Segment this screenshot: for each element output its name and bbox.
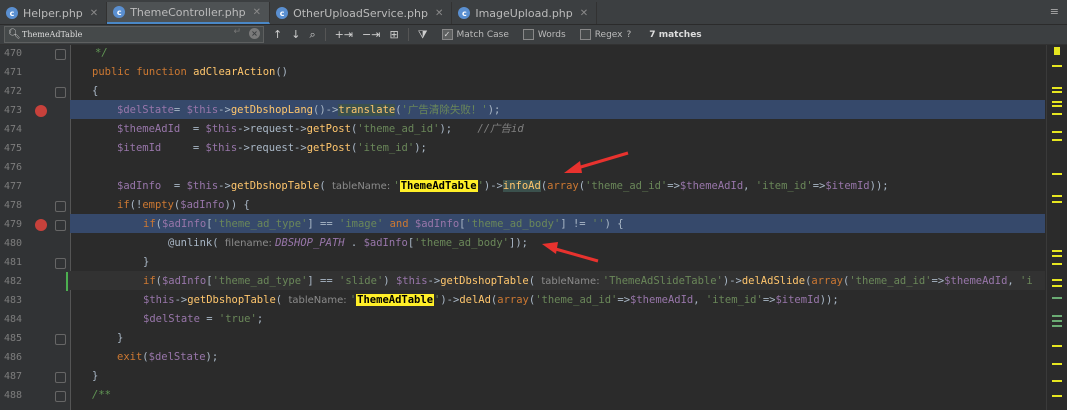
separator xyxy=(324,28,326,41)
match-marker[interactable] xyxy=(1052,345,1062,347)
change-marker[interactable] xyxy=(1052,315,1062,317)
match-case-checkbox[interactable]: ✓ Match Case xyxy=(441,29,509,40)
close-icon[interactable]: ✕ xyxy=(90,8,98,19)
change-marker[interactable] xyxy=(1052,325,1062,327)
code-editor[interactable]: 470 471 472 473 474 475 476 477 478 479 … xyxy=(0,45,1067,410)
match-count: 7 matches xyxy=(649,29,702,40)
match-marker[interactable] xyxy=(1052,91,1062,93)
tab-label: OtherUploadService.php xyxy=(293,6,428,20)
change-marker[interactable] xyxy=(1052,320,1062,322)
tab-otheruploadservice[interactable]: c OtherUploadService.php ✕ xyxy=(270,2,453,24)
match-marker[interactable] xyxy=(1052,195,1062,197)
add-occurrence-icon[interactable]: +⇥ xyxy=(335,28,353,41)
annotation-arrows xyxy=(542,151,629,263)
match-marker[interactable] xyxy=(1052,131,1062,133)
find-bar: 🔍︎ ThemeAdTable ↵ × ↑ ↓ ⌕ +⇥ −⇥ ⊞ ⧩ ✓ Ma… xyxy=(0,25,1067,45)
php-file-icon: c xyxy=(458,7,471,19)
annotation-arrow xyxy=(564,151,629,173)
remove-occurrence-icon[interactable]: −⇥ xyxy=(362,28,380,41)
match-marker[interactable] xyxy=(1052,87,1062,89)
match-marker[interactable] xyxy=(1052,201,1062,203)
match-marker[interactable] xyxy=(1052,139,1062,141)
match-marker[interactable] xyxy=(1052,113,1062,115)
inspection-status-icon[interactable] xyxy=(1054,47,1060,55)
annotation-arrow xyxy=(542,242,599,263)
close-icon[interactable]: ✕ xyxy=(435,8,443,19)
regex-help-icon[interactable]: ? xyxy=(627,30,632,40)
change-marker[interactable] xyxy=(1052,297,1062,299)
filter-icon[interactable]: ⧩ xyxy=(418,28,428,42)
match-case-label: Match Case xyxy=(456,29,509,40)
match-marker[interactable] xyxy=(1052,101,1062,103)
ide-window: c Helper.php ✕ c ThemeController.php ✕ c… xyxy=(0,0,1067,410)
match-marker[interactable] xyxy=(1052,279,1062,281)
php-file-icon: c xyxy=(6,7,18,19)
tab-themecontroller[interactable]: c ThemeController.php ✕ xyxy=(107,2,271,24)
match-marker[interactable] xyxy=(1052,255,1062,257)
next-occurrence-icon[interactable]: ↓ xyxy=(291,28,300,41)
checkbox-checked-icon[interactable]: ✓ xyxy=(441,29,453,40)
match-marker[interactable] xyxy=(1052,173,1062,175)
php-file-icon: c xyxy=(113,6,126,18)
close-icon[interactable]: ✕ xyxy=(580,8,588,19)
match-marker[interactable] xyxy=(1052,363,1062,365)
search-history-icon[interactable]: ⌕ xyxy=(309,28,315,42)
words-checkbox[interactable]: Words xyxy=(522,29,566,40)
previous-occurrence-icon[interactable]: ↑ xyxy=(273,28,282,41)
search-query[interactable]: ThemeAdTable xyxy=(22,30,82,39)
tab-label: ImageUpload.php xyxy=(475,6,573,20)
match-marker[interactable] xyxy=(1052,250,1062,252)
checkbox-icon[interactable] xyxy=(522,29,534,40)
tab-label: ThemeController.php xyxy=(130,5,246,19)
php-file-icon: c xyxy=(276,7,289,19)
editor-scrollbar[interactable] xyxy=(1046,45,1067,410)
match-marker[interactable] xyxy=(1052,105,1062,107)
separator xyxy=(407,28,409,41)
search-icon[interactable]: 🔍︎ xyxy=(8,29,22,40)
clear-icon[interactable]: × xyxy=(249,28,260,39)
checkbox-icon[interactable] xyxy=(579,29,591,40)
tab-list-icon[interactable]: ≡ xyxy=(1050,5,1059,18)
match-marker[interactable] xyxy=(1052,285,1062,287)
match-marker[interactable] xyxy=(1052,263,1062,265)
match-marker[interactable] xyxy=(1052,395,1062,397)
editor-tabbar: c Helper.php ✕ c ThemeController.php ✕ c… xyxy=(0,0,1067,25)
tab-helper[interactable]: c Helper.php ✕ xyxy=(0,2,108,24)
tab-imageupload[interactable]: c ImageUpload.php ✕ xyxy=(452,2,598,24)
match-marker[interactable] xyxy=(1052,65,1062,67)
words-label: Words xyxy=(537,29,566,40)
search-input[interactable]: 🔍︎ ThemeAdTable ↵ × xyxy=(4,26,264,43)
regex-checkbox[interactable]: Regex ? xyxy=(579,29,632,40)
close-icon[interactable]: ✕ xyxy=(253,7,261,18)
regex-label: Regex xyxy=(594,29,623,40)
match-marker[interactable] xyxy=(1052,380,1062,382)
tab-label: Helper.php xyxy=(23,6,83,20)
history-icon[interactable]: ↵ xyxy=(233,27,241,37)
select-all-occurrences-icon[interactable]: ⊞ xyxy=(389,28,398,41)
